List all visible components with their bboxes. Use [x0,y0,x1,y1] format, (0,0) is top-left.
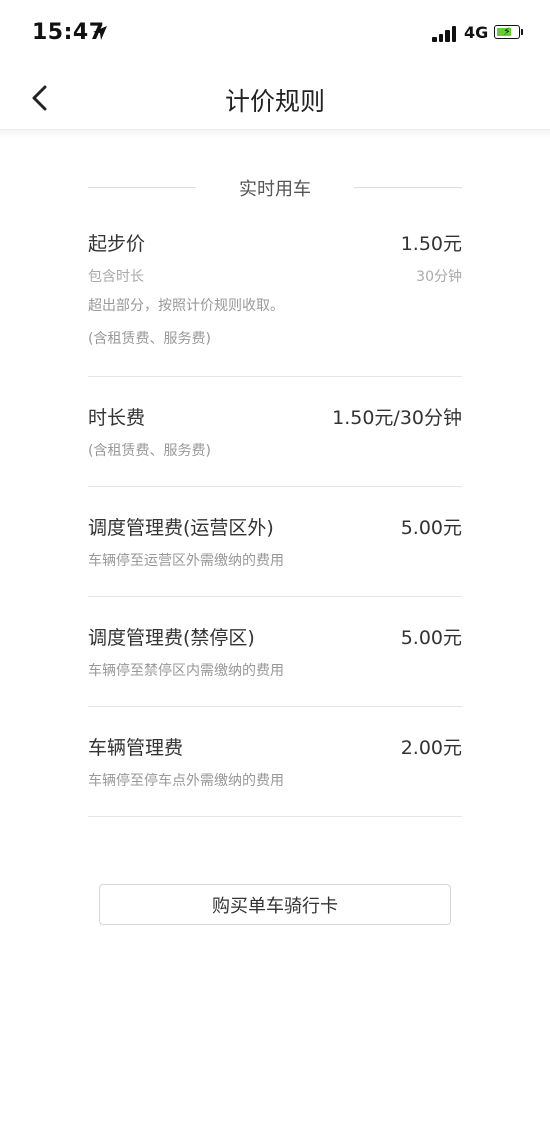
included-duration-row: 包含时长 30分钟 [88,266,462,288]
battery-cap [521,29,523,35]
fee-price: 2.00元 [400,737,462,759]
page-title: 计价规则 [224,87,325,116]
fee-item-dispatch-no-parking: 调度管理费(禁停区) 5.00元 车辆停至禁停区内需缴纳的费用 [88,623,462,707]
status-bar: 15:47 4G ⚡ [0,0,550,66]
fee-price: 5.00元 [400,517,462,539]
battery-icon: ⚡ [494,25,520,39]
fee-name: 调度管理费(运营区外) [88,517,274,539]
fee-note: 车辆停至禁停区内需缴纳的费用 [88,663,284,679]
included-duration-label: 包含时长 [88,269,144,285]
section-header: 实时用车 [88,172,462,202]
fee-name: 起步价 [88,233,146,255]
network-type: 4G [464,23,489,42]
fee-row: 时长费 1.50元/30分钟 [88,403,462,433]
fee-row: 起步价 1.50元 [88,229,462,259]
divider-right [354,187,462,188]
section-title: 实时用车 [239,179,311,200]
fee-name: 车辆管理费 [88,737,184,759]
fee-price: 1.50元 [400,233,462,255]
fee-row: 调度管理费(禁停区) 5.00元 [88,623,462,653]
fee-item-base-price: 起步价 1.50元 包含时长 30分钟 超出部分，按照计价规则收取。 (含租赁费… [88,229,462,377]
fee-price: 5.00元 [400,627,462,649]
fee-item-duration: 时长费 1.50元/30分钟 (含租赁费、服务费) [88,403,462,487]
fee-note-included: (含租赁费、服务费) [88,331,211,347]
location-arrow-icon [93,26,107,40]
fee-row: 车辆管理费 2.00元 [88,733,462,763]
fee-note: (含租赁费、服务费) [88,443,211,459]
signal-icon [432,26,458,42]
fee-price: 1.50元/30分钟 [332,407,462,429]
included-duration-value: 30分钟 [416,269,462,285]
fee-name: 时长费 [88,407,146,429]
fee-item-vehicle-management: 车辆管理费 2.00元 车辆停至停车点外需缴纳的费用 [88,733,462,817]
fee-note: 车辆停至停车点外需缴纳的费用 [88,773,284,789]
fee-note: 车辆停至运营区外需缴纳的费用 [88,553,284,569]
fee-note: 超出部分，按照计价规则收取。 [88,298,284,314]
fee-name: 调度管理费(禁停区) [88,627,255,649]
fee-item-dispatch-outside: 调度管理费(运营区外) 5.00元 车辆停至运营区外需缴纳的费用 [88,513,462,597]
nav-bar: 计价规则 [0,66,550,130]
fee-row: 调度管理费(运营区外) 5.00元 [88,513,462,543]
nav-shadow [0,130,550,138]
buy-riding-card-button[interactable]: 购买单车骑行卡 [99,884,451,925]
